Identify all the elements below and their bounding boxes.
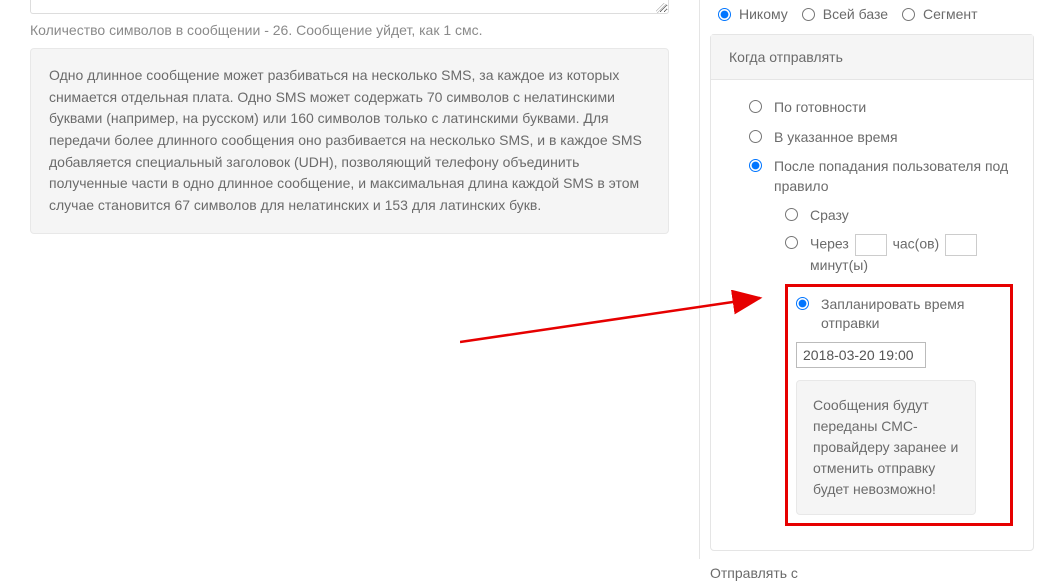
audience-segment-radio[interactable] [902,8,915,21]
audience-nobody-label: Никому [739,6,788,22]
audience-nobody-option[interactable]: Никому [718,6,788,22]
when-after-rule-label: После попадания пользователя под правило [774,157,1013,196]
when-attime-option[interactable]: В указанное время [749,128,1013,148]
sub-delay-hours-label: час(ов) [893,236,940,252]
when-attime-radio[interactable] [749,130,762,143]
when-after-rule-option[interactable]: После попадания пользователя под правило [749,157,1013,196]
sub-schedule-radio[interactable] [796,297,809,310]
audience-nobody-radio[interactable] [718,8,731,21]
message-textarea[interactable] [30,0,669,14]
schedule-datetime-input[interactable] [796,342,926,368]
when-to-send-panel: Когда отправлять По готовности В указанн… [710,34,1034,551]
sub-delay-prefix: Через [810,236,849,252]
audience-segment-option[interactable]: Сегмент [902,6,978,22]
audience-allbase-radio[interactable] [802,8,815,21]
schedule-warning-box: Сообщения будут переданы СМС-провайдеру … [796,380,976,515]
sub-delay-radio[interactable] [785,236,798,249]
when-ready-label: По готовности [774,98,866,118]
sub-delay-option[interactable]: Через час(ов) минут(ы) [785,234,1013,276]
when-panel-title: Когда отправлять [711,35,1033,80]
send-from-label: Отправлять с [710,565,1034,581]
when-ready-option[interactable]: По готовности [749,98,1013,118]
audience-allbase-option[interactable]: Всей базе [802,6,888,22]
delay-minutes-input[interactable] [945,234,977,256]
schedule-highlight-box: Запланировать время отправки Сообщения б… [785,284,1013,526]
sub-delay-row: Через час(ов) минут(ы) [810,234,1013,276]
audience-allbase-label: Всей базе [823,6,888,22]
when-ready-radio[interactable] [749,100,762,113]
sub-immediate-radio[interactable] [785,208,798,221]
audience-segment-label: Сегмент [923,6,978,22]
audience-row: Никому Всей базе Сегмент [718,6,1034,22]
when-attime-label: В указанное время [774,128,898,148]
resize-handle-icon [656,3,666,13]
when-after-rule-radio[interactable] [749,159,762,172]
sub-schedule-option[interactable]: Запланировать время отправки [796,295,1002,334]
delay-hours-input[interactable] [855,234,887,256]
after-rule-subopts: Сразу Через час(ов) минут(ы) [749,206,1013,525]
sub-delay-minutes-label: минут(ы) [810,257,868,273]
sub-schedule-label: Запланировать время отправки [821,295,1002,334]
sms-info-box: Одно длинное сообщение может разбиваться… [30,48,669,234]
char-count-label: Количество символов в сообщении - 26. Со… [30,22,669,38]
sub-immediate-option[interactable]: Сразу [785,206,1013,226]
sub-immediate-label: Сразу [810,206,849,226]
